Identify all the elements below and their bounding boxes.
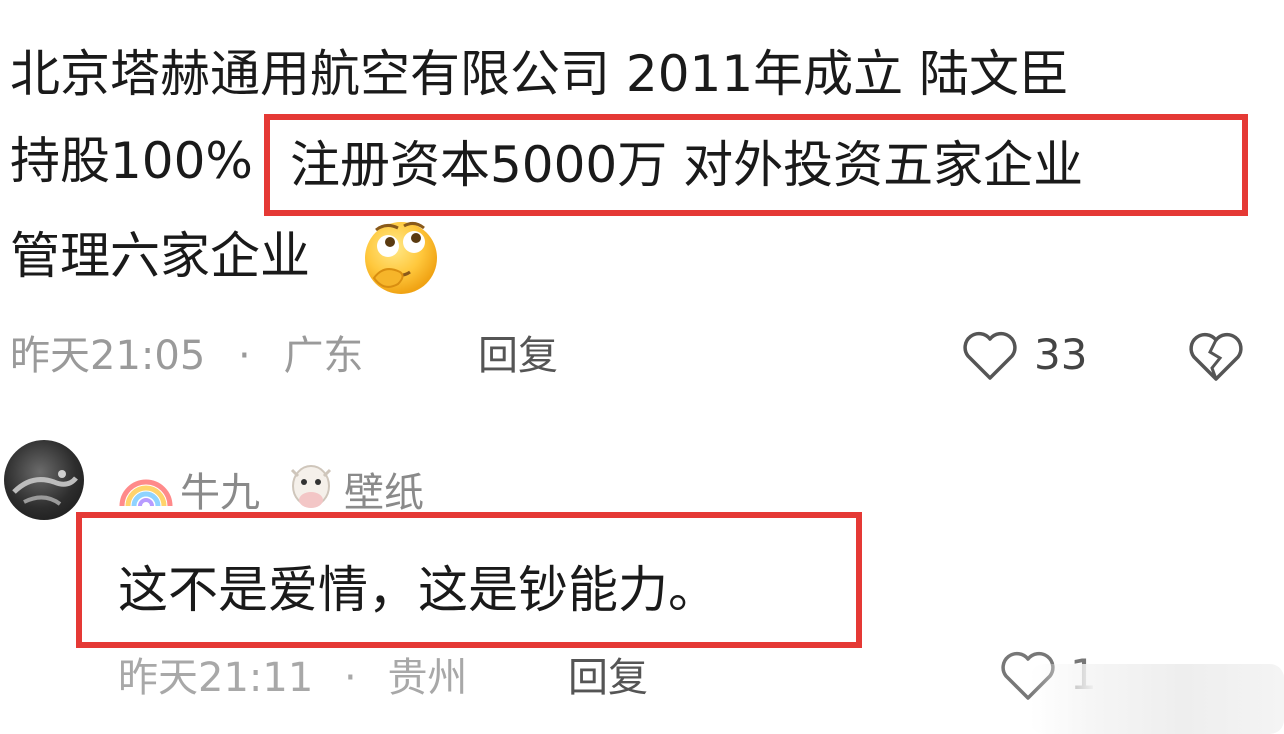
comment-time: 昨天21:05	[10, 333, 206, 379]
meta-separator: ·	[344, 655, 357, 701]
meta-separator: ·	[238, 333, 251, 379]
reply-comment-text: 这不是爱情，这是钞能力。	[118, 561, 718, 619]
username-part-2[interactable]: 壁纸	[344, 460, 424, 518]
cow-face-icon	[286, 458, 336, 512]
comment-text-line-3: 管理六家企业	[10, 227, 310, 285]
avatar[interactable]	[4, 440, 84, 520]
thinking-emoji-icon	[358, 212, 444, 298]
like-count: 33	[1034, 330, 1088, 379]
comment-text-line-1: 北京塔赫通用航空有限公司 2011年成立 陆文臣	[10, 45, 1070, 103]
comment-text-line-2-highlight: 注册资本5000万 对外投资五家企业	[290, 136, 1084, 194]
comment-text-line-2-prefix: 持股100%	[10, 132, 253, 190]
comment-location: 广东	[283, 333, 364, 379]
comment-location: 贵州	[387, 655, 468, 701]
reply-button[interactable]: 回复	[568, 654, 648, 702]
reply-button[interactable]: 回复	[478, 332, 558, 380]
heart-outline-icon[interactable]	[962, 330, 1018, 382]
comment-time: 昨天21:11	[118, 655, 314, 701]
username-part-1[interactable]: 牛九	[180, 460, 260, 518]
broken-heart-icon[interactable]	[1188, 330, 1244, 384]
blurred-watermark-overlay	[1030, 664, 1284, 734]
rainbow-icon	[118, 458, 174, 512]
